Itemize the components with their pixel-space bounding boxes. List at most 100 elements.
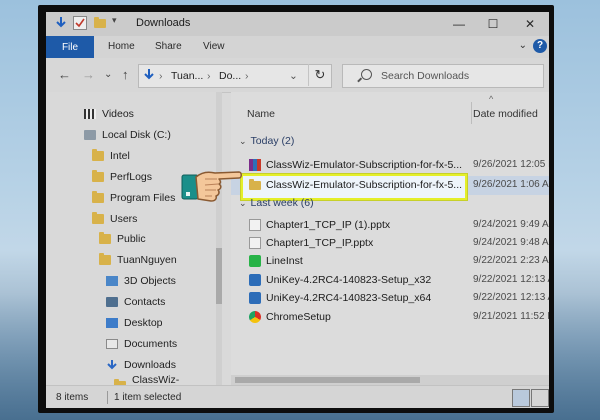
- list-item[interactable]: UniKey-4.2RC4-140823-Setup_x64 9/22/2021…: [231, 289, 549, 308]
- nav-item-contacts[interactable]: Contacts: [106, 292, 165, 312]
- nav-item-label: TuanNguyen: [117, 254, 177, 266]
- file-date: 9/22/2021 12:13 AM: [473, 274, 549, 285]
- download-arrow-icon[interactable]: [54, 16, 68, 30]
- column-header-date[interactable]: Date modified: [473, 108, 538, 120]
- nav-item-label: Public: [117, 233, 146, 245]
- list-item-selected[interactable]: ClassWiz-Emulator-Subscription-for-fx-5.…: [231, 174, 549, 200]
- nav-item-label: Videos: [102, 108, 134, 120]
- nav-item-users[interactable]: Users: [92, 209, 137, 229]
- nav-item-local-disk[interactable]: Local Disk (C:): [84, 125, 171, 145]
- collapse-chevron-icon: ⌄: [239, 135, 247, 146]
- tab-home[interactable]: Home: [108, 41, 135, 52]
- details-view-icon[interactable]: [512, 389, 530, 407]
- nav-item-label: Documents: [124, 338, 178, 350]
- group-label: Today (2): [250, 135, 295, 147]
- address-dropdown-icon[interactable]: ⌄: [289, 70, 298, 82]
- column-divider[interactable]: [471, 102, 472, 124]
- tab-file[interactable]: File: [46, 36, 94, 58]
- tab-view[interactable]: View: [203, 41, 225, 52]
- search-input[interactable]: Search Downloads: [381, 70, 469, 82]
- file-name: LineInst: [266, 255, 303, 267]
- nav-item-desktop[interactable]: Desktop: [106, 313, 163, 333]
- 3d-objects-icon: [106, 276, 118, 286]
- nav-item-label: Intel: [110, 150, 130, 162]
- breadcrumb-downloads[interactable]: Do...: [219, 70, 241, 82]
- file-name: ChromeSetup: [266, 311, 331, 323]
- large-icons-view-icon[interactable]: [531, 389, 549, 407]
- address-bar[interactable]: › Tuan... › Do... › ⌄: [138, 64, 332, 88]
- quick-access-dropdown-icon[interactable]: ▾: [112, 15, 126, 29]
- properties-checkbox-icon[interactable]: [73, 16, 87, 30]
- forward-button[interactable]: →: [82, 67, 95, 82]
- video-icon: [84, 109, 96, 119]
- file-date: 9/26/2021 12:05 PM: [473, 159, 549, 170]
- documents-icon: [106, 339, 118, 349]
- group-label: Last week (6): [250, 197, 314, 209]
- file-date: 9/22/2021 12:13 AM: [473, 292, 549, 303]
- close-button[interactable]: ✕: [513, 12, 547, 36]
- group-header-today[interactable]: ⌄ Today (2): [239, 135, 294, 147]
- refresh-button[interactable]: ↻: [308, 64, 331, 86]
- nav-item-tuannguyen[interactable]: TuanNguyen: [99, 250, 177, 270]
- new-folder-icon[interactable]: [94, 17, 106, 28]
- file-list: Name Date modified ^ ⌄ Today (2) ClassWi…: [231, 92, 549, 385]
- list-item[interactable]: ChromeSetup 9/21/2021 11:52 PM: [231, 308, 549, 327]
- pptx-icon: [249, 237, 261, 249]
- nav-item-label: PerfLogs: [110, 171, 153, 183]
- folder-icon: [99, 232, 111, 244]
- nav-item-label: Local Disk (C:): [102, 129, 171, 141]
- nav-item-label: Program Files: [110, 192, 176, 204]
- nav-scrollbar[interactable]: [216, 92, 222, 385]
- back-button[interactable]: ←: [58, 67, 71, 82]
- maximize-button[interactable]: ☐: [476, 12, 510, 36]
- nav-item-3d-objects[interactable]: 3D Objects: [106, 271, 176, 291]
- chrome-icon: [249, 311, 261, 323]
- list-item[interactable]: Chapter1_TCP_IP.pptx 9/24/2021 9:48 AM: [231, 234, 549, 253]
- status-divider: [107, 391, 108, 404]
- nav-item-videos[interactable]: Videos: [84, 104, 134, 124]
- nav-item-documents[interactable]: Documents: [106, 334, 177, 354]
- nav-item-perflogs[interactable]: PerfLogs: [92, 167, 152, 187]
- list-item[interactable]: LineInst 9/22/2021 2:23 AM: [231, 252, 549, 271]
- file-date: 9/24/2021 9:49 AM: [473, 219, 549, 230]
- window-title: Downloads: [136, 17, 191, 29]
- nav-item-public[interactable]: Public: [99, 229, 146, 249]
- list-item[interactable]: ClassWiz-Emulator-Subscription-for-fx-5.…: [231, 156, 549, 175]
- folder-icon: [92, 212, 104, 224]
- nav-item-intel[interactable]: Intel: [92, 146, 130, 166]
- file-name: UniKey-4.2RC4-140823-Setup_x64: [266, 292, 432, 304]
- minimize-button[interactable]: —: [442, 12, 476, 36]
- nav-scrollbar-thumb[interactable]: [216, 248, 222, 304]
- breadcrumb-user[interactable]: Tuan...: [171, 70, 203, 82]
- horizontal-scrollbar[interactable]: [231, 375, 549, 385]
- column-header-name[interactable]: Name: [247, 108, 275, 120]
- folder-icon: [249, 179, 261, 190]
- expand-ribbon-icon[interactable]: ⌄: [519, 40, 527, 51]
- file-date: 9/22/2021 2:23 AM: [473, 255, 549, 266]
- archive-icon: [249, 159, 261, 171]
- navigation-pane: Videos Local Disk (C:) Intel PerfLogs Pr…: [46, 92, 222, 398]
- nav-item-label: Users: [110, 213, 138, 225]
- folder-icon: [92, 191, 104, 203]
- help-icon[interactable]: ?: [533, 39, 547, 53]
- file-name: ClassWiz-Emulator-Subscription-for-fx-5.…: [266, 159, 463, 171]
- list-item[interactable]: UniKey-4.2RC4-140823-Setup_x32 9/22/2021…: [231, 271, 549, 290]
- nav-item-label: Downloads: [124, 359, 176, 371]
- selection-count: 1 item selected: [114, 392, 182, 403]
- nav-item-program-files[interactable]: Program Files: [92, 188, 175, 208]
- unikey-icon: [249, 274, 261, 286]
- breadcrumb-separator: ›: [159, 70, 163, 82]
- tab-share[interactable]: Share: [155, 41, 182, 52]
- list-item[interactable]: Chapter1_TCP_IP (1).pptx 9/24/2021 9:49 …: [231, 216, 549, 235]
- group-header-last-week[interactable]: ⌄ Last week (6): [239, 197, 314, 209]
- recent-locations-button[interactable]: ⌄: [104, 69, 112, 80]
- up-button[interactable]: ↑: [122, 67, 129, 82]
- nav-item-downloads[interactable]: Downloads: [106, 355, 176, 375]
- downloads-location-icon: [143, 68, 155, 85]
- horizontal-scrollbar-thumb[interactable]: [235, 377, 420, 383]
- pptx-icon: [249, 219, 261, 231]
- line-icon: [249, 255, 261, 267]
- ribbon-tabs: File Home Share View ⌄ ?: [46, 36, 549, 58]
- search-box[interactable]: Search Downloads: [342, 64, 544, 88]
- unikey-icon: [249, 292, 261, 304]
